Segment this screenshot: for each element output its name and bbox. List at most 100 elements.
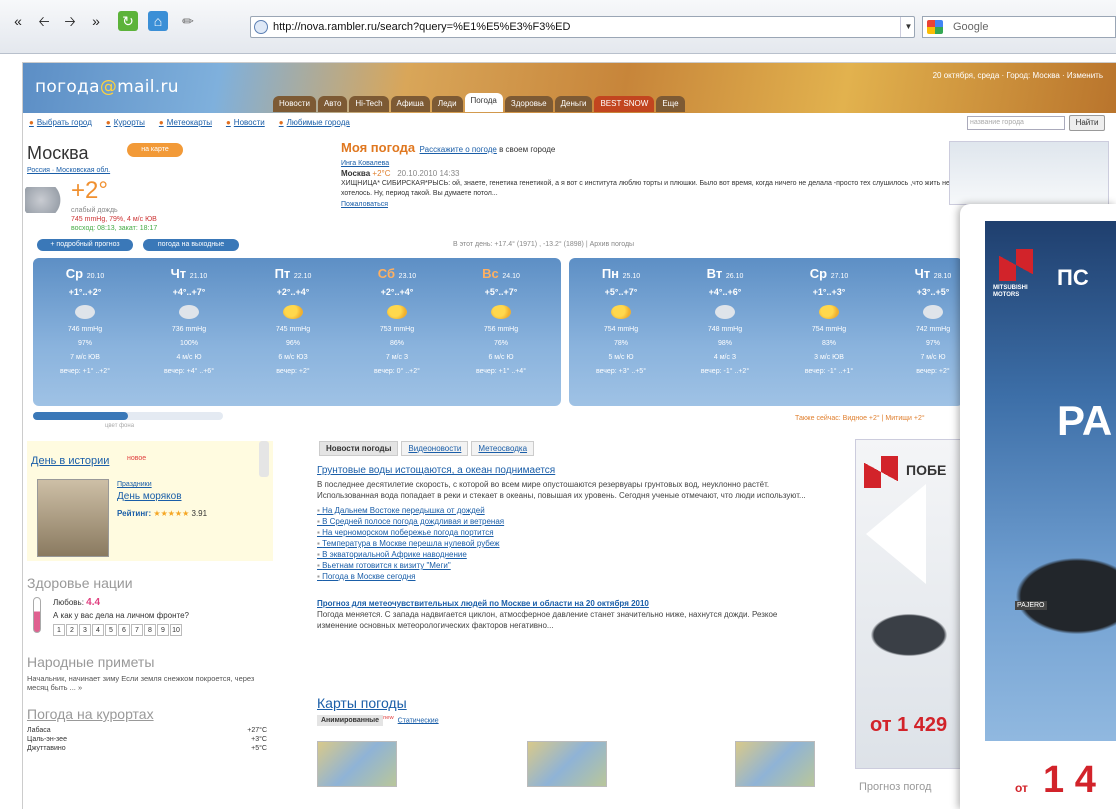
scrollbar-thumb[interactable] (33, 412, 128, 420)
rating-option[interactable]: 5 (105, 624, 117, 636)
tab-4[interactable]: Леди (431, 96, 463, 112)
history-scroll[interactable] (259, 441, 269, 477)
rating-option[interactable]: 9 (157, 624, 169, 636)
address-bar[interactable]: http://nova.rambler.ru/search?query=%E1%… (250, 16, 915, 38)
day-e: вечер: +2° (276, 368, 310, 375)
reload-icon[interactable]: ↻ (118, 11, 138, 31)
map-thumb[interactable] (735, 741, 815, 787)
resorts-title[interactable]: Погода на курортах (27, 706, 277, 722)
day-e: вечер: -1° ..+2° (700, 368, 750, 375)
news-tab[interactable]: Метеосводка (471, 441, 535, 456)
rating-option[interactable]: 3 (79, 624, 91, 636)
resort-row[interactable]: Джуттавино +5°C (27, 744, 267, 753)
forecast-day[interactable]: Ср 27.10 +1°..+3° 754 mmHg 83% 3 м/с ЮВ вечер… (777, 258, 881, 406)
subnav-item[interactable]: ● Выбрать город (29, 118, 92, 127)
tab-5[interactable]: Погода (464, 93, 503, 112)
author-link[interactable]: Инга Ковалева (341, 160, 389, 167)
news-headline[interactable]: Грунтовые воды истощаются, а океан подни… (317, 465, 817, 476)
sailors-day-link[interactable]: День моряков (117, 491, 182, 502)
subnav-item[interactable]: ● Новости (226, 118, 265, 127)
news-item[interactable]: На черноморском побережье погода портитс… (317, 527, 817, 538)
subnav-item[interactable]: ● Любимые города (279, 118, 350, 127)
map-button[interactable]: на карте (127, 143, 183, 157)
forecast-day[interactable]: Сб 23.10 +2°..+4° 753 mmHg 86% 7 м/с З вечер:… (345, 258, 449, 406)
tab-7[interactable]: Деньги (554, 96, 593, 112)
history-title[interactable]: День в истории (31, 455, 109, 467)
day-e: вечер: +1° ..+2° (59, 368, 111, 375)
map-thumb[interactable] (527, 741, 607, 787)
tab-static[interactable]: Статические (398, 717, 439, 724)
health-title[interactable]: Здоровье нации (27, 575, 277, 591)
subnav-item[interactable]: ● Курорты (106, 118, 145, 127)
sailor-photo[interactable] (37, 479, 109, 557)
pen-icon[interactable]: ✏ (178, 11, 198, 31)
forecast-scrollbar[interactable] (33, 412, 223, 420)
news-item[interactable]: В экваториальной Африке наводнение (317, 549, 817, 560)
mitsubishi-overlay-ad[interactable]: MITSUBISHI MOTORS ПС PA PAJERO от 1 4 (960, 204, 1116, 809)
rating-option[interactable]: 4 (92, 624, 104, 636)
city-search-input[interactable]: название города (967, 116, 1065, 130)
tab-animated[interactable]: Анимированные (317, 715, 384, 727)
tab-3[interactable]: Афиша (390, 96, 430, 112)
resort-row[interactable]: Цаль-эн-зее +3°C (27, 735, 267, 744)
forecast-day[interactable]: Ср 20.10 +1°..+2° 746 mmHg 97% 7 м/с ЮВ вечер… (33, 258, 137, 406)
tab-8[interactable]: BEST SNOW (594, 96, 655, 112)
also-now-line: Также сейчас: Видное +2° | Митищи +2° (795, 415, 925, 422)
rewind-icon[interactable]: « (8, 11, 28, 31)
find-button[interactable]: Найти (1069, 115, 1105, 131)
tab-6[interactable]: Здоровье (504, 96, 553, 112)
tab-9[interactable]: Еще (656, 96, 685, 112)
forecast-sensitive-link[interactable]: Прогноз для метеочувствительных людей по… (317, 598, 817, 609)
tab-1[interactable]: Авто (317, 96, 348, 112)
day-name: Вс 24.10 (482, 266, 520, 281)
news-block: Грунтовые воды истощаются, а океан подни… (317, 465, 817, 631)
forecast-day[interactable]: Пн 25.10 +5°..+7° 754 mmHg 78% 5 м/с Ю вечер:… (569, 258, 673, 406)
news-item[interactable]: Вьетнам готовится к визиту "Меги" (317, 560, 817, 571)
holidays-link[interactable]: Праздники (117, 481, 152, 488)
news-item[interactable]: Температура в Москве перешла нулевой руб… (317, 538, 817, 549)
news-item[interactable]: В Средней полосе погода дождливая и ветр… (317, 516, 817, 527)
maps-title[interactable]: Карты погоды (317, 695, 817, 711)
forecast-day[interactable]: Чт 21.10 +4°..+7° 736 mmHg 100% 4 м/с Ю вечер… (137, 258, 241, 406)
rating-option[interactable]: 10 (170, 624, 182, 636)
forecast-day[interactable]: Вт 26.10 +4°..+6° 748 mmHg 98% 4 м/с З вечер:… (673, 258, 777, 406)
rating-option[interactable]: 6 (118, 624, 130, 636)
breadcrumb[interactable]: Россия · Московская обл. (27, 167, 110, 174)
complain-link[interactable]: Пожаловаться (341, 201, 388, 208)
forecast-link[interactable]: Прогноз погод (859, 781, 931, 793)
browser-toolbar: « 🡠 🡢 » ↻ ⌂ ✏ http://nova.rambler.ru/sea… (0, 0, 1116, 54)
map-thumb[interactable] (317, 741, 397, 787)
rating-option[interactable]: 2 (66, 624, 78, 636)
forward-icon[interactable]: 🡢 (60, 11, 80, 31)
address-dropdown[interactable]: ▼ (900, 17, 916, 37)
detailed-forecast-button[interactable]: + подробный прогноз (37, 239, 133, 251)
rating-option[interactable]: 8 (144, 624, 156, 636)
fast-forward-icon[interactable]: » (86, 11, 106, 31)
google-icon (927, 20, 943, 34)
search-box[interactable]: Google (922, 16, 1116, 38)
car-promo-image[interactable] (949, 141, 1109, 205)
day-h: 83% (821, 340, 836, 347)
back-icon[interactable]: 🡠 (34, 11, 54, 31)
subnav-item[interactable]: ● Метеокарты (159, 118, 212, 127)
forecast-day[interactable]: Вс 24.10 +5°..+7° 756 mmHg 76% 6 м/с Ю вечер:… (449, 258, 553, 406)
news-item[interactable]: На Дальнем Востоке передышка от дождей (317, 505, 817, 516)
rating-option[interactable]: 7 (131, 624, 143, 636)
day-p: 754 mmHg (603, 326, 639, 333)
omens-title[interactable]: Народные приметы (27, 654, 277, 670)
tab-0[interactable]: Новости (273, 96, 316, 112)
site-logo[interactable]: погода@mail.ru (35, 77, 179, 97)
news-item[interactable]: Погода в Москве сегодня (317, 571, 817, 582)
tab-2[interactable]: Hi-Tech (349, 96, 389, 112)
weekend-forecast-button[interactable]: погода на выходные (143, 239, 239, 251)
rating-option[interactable]: 1 (53, 624, 65, 636)
forecast-day[interactable]: Пт 22.10 +2°..+4° 745 mmHg 96% 6 м/с ЮЗ вечер… (241, 258, 345, 406)
health-widget: Здоровье нации Любовь: 4.4 А как у вас д… (27, 575, 277, 753)
resort-row[interactable]: Лабаса +27°C (27, 726, 267, 735)
home-icon[interactable]: ⌂ (148, 11, 168, 31)
invite-link[interactable]: Расскажите о погоде (420, 145, 497, 154)
news-tab[interactable]: Видеоновости (401, 441, 469, 456)
history-widget: День в истории новое Праздники День моря… (27, 441, 273, 561)
news-tab[interactable]: Новости погоды (319, 441, 399, 456)
current-temperature: +2° (71, 177, 108, 204)
